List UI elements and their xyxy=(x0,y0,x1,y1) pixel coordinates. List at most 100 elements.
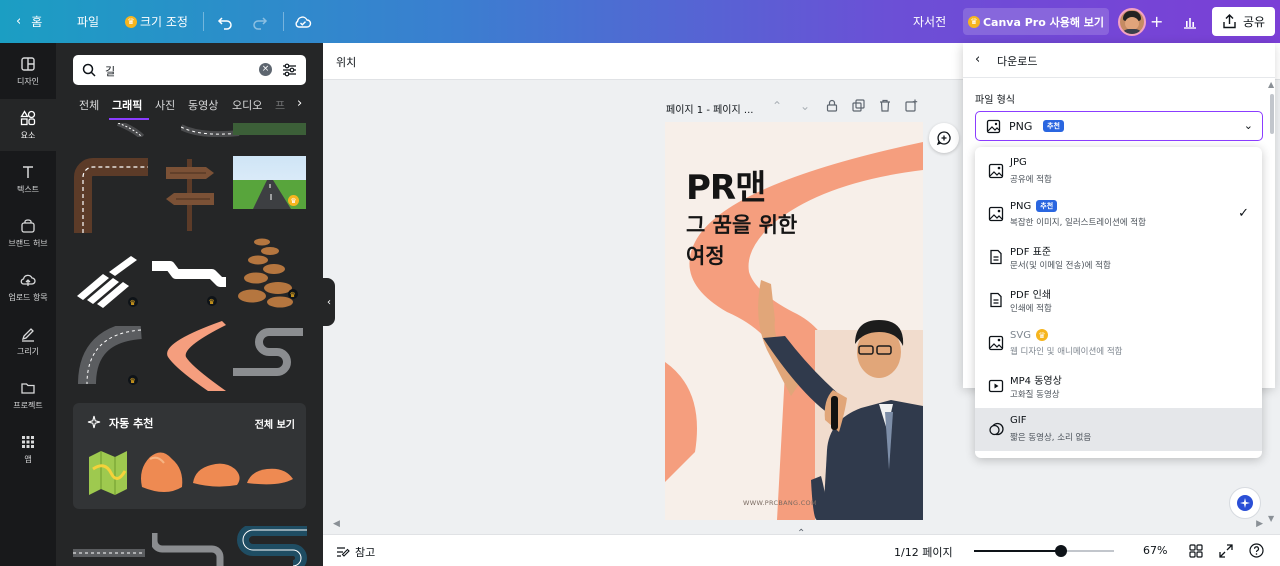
peach-road-graphic[interactable] xyxy=(152,319,226,391)
design-page[interactable]: PR맨 그 꿈을 위한 여정 WWW.PRCBANG.COM xyxy=(665,122,923,520)
rail-label: 업로드 항목 xyxy=(8,292,48,302)
design-title[interactable]: PR맨 xyxy=(686,160,766,209)
chevron-right-icon[interactable]: › xyxy=(297,96,302,111)
try-pro-label: Canva Pro 사용해 보기 xyxy=(982,15,1105,29)
help-icon[interactable] xyxy=(1249,543,1264,558)
asphalt-road-graphic[interactable]: ♛ xyxy=(73,326,145,388)
share-button[interactable]: 공유 xyxy=(1212,7,1275,36)
rock-graphic[interactable] xyxy=(245,463,295,487)
notes-button[interactable]: 참고 xyxy=(336,544,375,560)
file-type-option-jpg[interactable]: JPG 공유에 적합 xyxy=(975,150,1262,193)
left-rail: 디자인 요소 텍스트 브랜드 허브 업로드 항목 그리기 프로젝트 앱 xyxy=(0,43,56,566)
text-icon xyxy=(23,165,33,178)
design-url[interactable]: WWW.PRCBANG.COM xyxy=(743,499,817,507)
crosswalk-graphic[interactable]: ♛ xyxy=(73,248,145,308)
road-graphic[interactable] xyxy=(181,123,241,137)
crown-icon: ♛ xyxy=(1035,329,1048,341)
trash-icon[interactable] xyxy=(879,99,891,112)
see-all-link[interactable]: 전체 보기 xyxy=(255,416,295,431)
file-type-select[interactable]: PNG 추천 ⌄ xyxy=(975,111,1263,141)
map-graphic[interactable] xyxy=(87,449,129,497)
road-graphic[interactable] xyxy=(116,123,146,137)
fullscreen-icon[interactable] xyxy=(1219,544,1233,558)
svg-text:♛: ♛ xyxy=(290,291,296,299)
undo-button[interactable] xyxy=(217,0,233,43)
brand-icon xyxy=(21,218,35,233)
filter-icon[interactable] xyxy=(282,63,297,77)
chevron-left-icon: ‹ xyxy=(16,14,22,29)
position-button[interactable]: 위치 xyxy=(336,54,356,70)
tab-photos[interactable]: 사진 xyxy=(155,97,175,113)
home-button[interactable]: ‹ 홈 xyxy=(16,0,42,43)
folder-icon xyxy=(21,382,35,394)
rock-graphic[interactable] xyxy=(136,447,188,497)
add-comment-button[interactable] xyxy=(929,123,959,153)
rail-item-projects[interactable]: 프로젝트 xyxy=(0,369,56,421)
presenter-photo[interactable] xyxy=(751,280,923,520)
zoom-slider-handle[interactable] xyxy=(1054,545,1067,557)
tab-more[interactable]: 프 xyxy=(275,97,285,113)
straight-road-graphic[interactable] xyxy=(73,545,145,566)
zoom-level[interactable]: 67% xyxy=(1143,544,1167,557)
rail-item-text[interactable]: 텍스트 xyxy=(0,153,56,205)
avatar[interactable] xyxy=(1118,8,1146,36)
resize-button[interactable]: ♛ 크기 조정 xyxy=(125,0,188,43)
lock-icon[interactable] xyxy=(826,99,838,112)
apps-icon xyxy=(22,435,34,448)
tab-graphics[interactable]: 그래픽 xyxy=(112,97,142,113)
rail-item-draw[interactable]: 그리기 xyxy=(0,315,56,367)
redo-button[interactable] xyxy=(252,0,268,43)
signpost-graphic[interactable] xyxy=(162,157,218,233)
tab-videos[interactable]: 동영상 xyxy=(188,97,218,113)
tab-audio[interactable]: 오디오 xyxy=(232,97,262,113)
file-type-option-svg[interactable]: SVG ♛ 웹 디자인 및 애니메이션에 적합 xyxy=(975,322,1262,365)
rail-item-uploads[interactable]: 업로드 항목 xyxy=(0,261,56,313)
duplicate-icon[interactable] xyxy=(852,99,865,112)
rock-graphic[interactable] xyxy=(191,459,243,489)
road-corner-graphic[interactable] xyxy=(73,155,148,233)
tab-all[interactable]: 전체 xyxy=(79,97,99,113)
back-button[interactable]: ‹ xyxy=(975,52,980,67)
grid-view-icon[interactable] xyxy=(1189,544,1203,558)
try-pro-button[interactable]: ♛ Canva Pro 사용해 보기 xyxy=(963,8,1109,35)
road-photo-graphic[interactable] xyxy=(233,123,306,135)
collapse-panel-button[interactable]: ‹ xyxy=(323,278,335,326)
magic-assistant-button[interactable] xyxy=(1229,487,1261,519)
page-count[interactable]: 1/12 페이지 xyxy=(894,544,953,560)
file-type-option-pdf-print[interactable]: PDF 인쇄 인쇄에 적합 xyxy=(975,279,1262,322)
crown-icon: ♛ xyxy=(967,15,980,28)
grey-road-graphic[interactable] xyxy=(233,326,307,378)
add-member-button[interactable]: + xyxy=(1150,0,1163,43)
search-input[interactable]: 길 × xyxy=(73,55,306,85)
download-panel-header: ‹ 다운로드 xyxy=(963,43,1275,78)
file-menu-button[interactable]: 파일 xyxy=(77,0,99,43)
rail-item-brand-hub[interactable]: 브랜드 허브 xyxy=(0,207,56,259)
zoom-slider-fill xyxy=(974,550,1061,552)
chevron-up-icon[interactable]: ⌃ xyxy=(770,99,784,113)
file-type-option-pdf-standard[interactable]: PDF 표준 문서(및 이메일 전송)에 적합 xyxy=(975,236,1262,279)
page-title[interactable]: 페이지 1 - 페이지 ... xyxy=(666,101,753,116)
analytics-button[interactable] xyxy=(1182,0,1198,43)
file-type-option-mp4[interactable]: MP4 동영상 고화질 동영상 xyxy=(975,365,1262,408)
highway-graphic[interactable] xyxy=(233,526,307,566)
design-subtitle[interactable]: 그 꿈을 위한 여정 xyxy=(686,210,797,272)
grey-road-graphic[interactable] xyxy=(152,531,226,566)
chevron-down-icon[interactable]: ⌄ xyxy=(798,99,812,113)
cloud-save-status[interactable] xyxy=(294,0,312,43)
file-type-option-gif[interactable]: GIF 짧은 동영상, 소리 없음 xyxy=(975,408,1262,451)
editor-footer: 참고 1/12 페이지 67% xyxy=(323,534,1280,566)
file-type-option-png[interactable]: PNG 추천 복잡한 이미지, 일러스트레이션에 적합 ✓ xyxy=(975,193,1262,236)
document-title[interactable]: 자서전 xyxy=(913,0,946,43)
option-description: 문서(및 이메일 전송)에 적합 xyxy=(1010,261,1111,271)
add-page-icon[interactable] xyxy=(905,99,918,112)
road-photo-graphic[interactable]: ♛ xyxy=(233,156,306,209)
rail-item-apps[interactable]: 앱 xyxy=(0,423,56,475)
sparkle-icon xyxy=(1237,495,1253,511)
clear-search-button[interactable]: × xyxy=(259,63,272,76)
rail-item-elements[interactable]: 요소 xyxy=(0,99,56,151)
white-road-graphic[interactable]: ♛ xyxy=(152,258,226,308)
zoom-slider[interactable] xyxy=(974,545,1114,557)
rail-item-design[interactable]: 디자인 xyxy=(0,45,56,97)
stepping-stones-graphic[interactable]: ♛ xyxy=(236,236,306,308)
vertical-scrollbar[interactable]: ▲ ▼ xyxy=(1268,80,1276,523)
